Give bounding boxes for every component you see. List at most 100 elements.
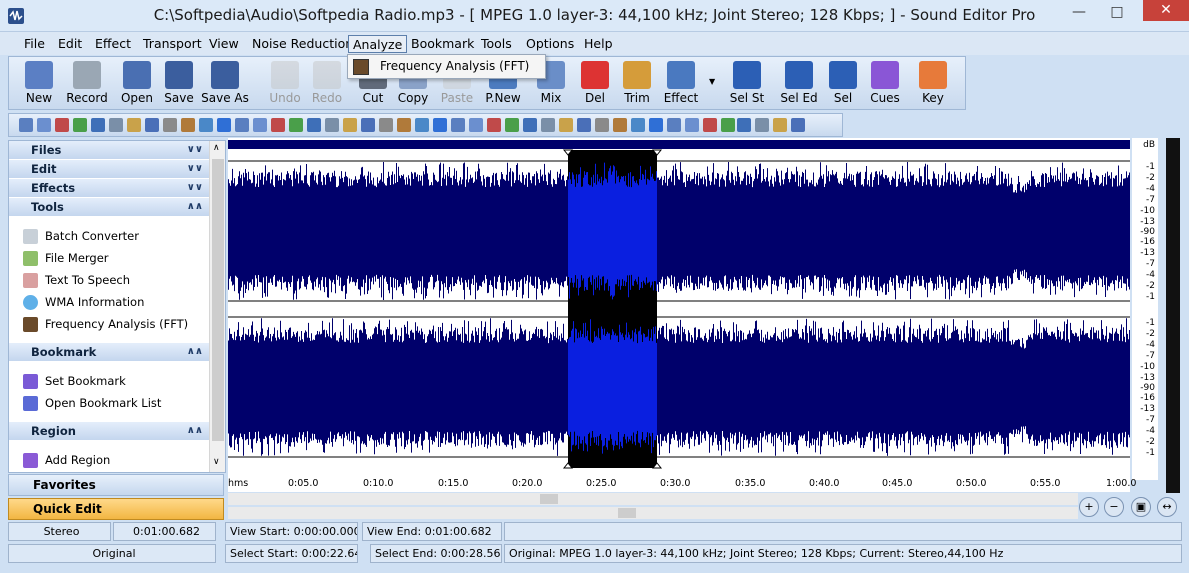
key-button[interactable]: Key [909, 59, 957, 109]
sidebar-scrollbar[interactable]: ∧ ∨ [209, 141, 225, 472]
section-files[interactable]: Files ∨∨ [9, 141, 209, 159]
quick-edit-button[interactable]: Quick Edit [8, 498, 224, 520]
secondary-tool-icon[interactable] [559, 118, 573, 132]
secondary-tool-icon[interactable] [181, 118, 195, 132]
zoom-full-icon[interactable]: ↔ [1157, 497, 1177, 517]
secondary-tool-icon[interactable] [721, 118, 735, 132]
time-ruler[interactable]: hms 0:05.0 0:10.0 0:15.0 0:20.0 0:25.0 0:30.0 0… [228, 478, 1136, 492]
secondary-tool-icon[interactable] [91, 118, 105, 132]
secondary-tool-icon[interactable] [343, 118, 357, 132]
minimize-icon[interactable]: — [1062, 1, 1096, 23]
menu-edit[interactable]: Edit [54, 35, 86, 53]
secondary-tool-icon[interactable] [289, 118, 303, 132]
section-bookmark[interactable]: Bookmark ∧∧ [9, 343, 209, 361]
secondary-tool-icon[interactable] [523, 118, 537, 132]
trim-button[interactable]: Trim [613, 59, 661, 109]
secondary-tool-icon[interactable] [737, 118, 751, 132]
maximize-icon[interactable]: □ [1100, 1, 1134, 23]
favorites-button[interactable]: Favorites [8, 474, 224, 496]
menu-bookmark[interactable]: Bookmark [407, 35, 478, 53]
scrollbar-thumb[interactable] [618, 508, 636, 518]
secondary-tool-icon[interactable] [631, 118, 645, 132]
sel-st-button[interactable]: Sel St [723, 59, 771, 109]
secondary-tool-icon[interactable] [163, 118, 177, 132]
sidebar-item-batch-converter[interactable]: Batch Converter [23, 226, 139, 246]
record-button[interactable]: Record [63, 59, 111, 109]
secondary-tool-icon[interactable] [487, 118, 501, 132]
secondary-tool-icon[interactable] [451, 118, 465, 132]
waveform-editor[interactable] [228, 138, 1130, 480]
menu-options[interactable]: Options [522, 35, 578, 53]
secondary-tool-icon[interactable] [73, 118, 87, 132]
sidebar-item-frequency-analysis[interactable]: Frequency Analysis (FFT) [23, 314, 188, 334]
secondary-tool-icon[interactable] [595, 118, 609, 132]
menu-help[interactable]: Help [580, 35, 617, 53]
sel-ed-button[interactable]: Sel Ed [775, 59, 823, 109]
sidebar-item-wma-information[interactable]: WMA Information [23, 292, 144, 312]
menu-item-frequency-analysis[interactable]: Frequency Analysis (FFT) [380, 59, 529, 73]
undo-button[interactable]: Undo [261, 59, 309, 109]
secondary-tool-icon[interactable] [55, 118, 69, 132]
save-as-button[interactable]: Save As [201, 59, 249, 109]
scroll-up-icon[interactable]: ∧ [213, 143, 220, 153]
scroll-down-icon[interactable]: ∨ [213, 457, 220, 467]
secondary-tool-icon[interactable] [217, 118, 231, 132]
secondary-tool-icon[interactable] [667, 118, 681, 132]
secondary-tool-icon[interactable] [19, 118, 33, 132]
scrollbar-thumb[interactable] [212, 159, 224, 441]
secondary-tool-icon[interactable] [127, 118, 141, 132]
sidebar-item-open-bookmark-list[interactable]: Open Bookmark List [23, 393, 161, 413]
secondary-tool-icon[interactable] [791, 118, 805, 132]
secondary-tool-icon[interactable] [541, 118, 555, 132]
menu-effect[interactable]: Effect [91, 35, 135, 53]
secondary-tool-icon[interactable] [649, 118, 663, 132]
secondary-tool-icon[interactable] [199, 118, 213, 132]
section-effects[interactable]: Effects ∨∨ [9, 179, 209, 197]
sidebar-item-add-region[interactable]: Add Region [23, 450, 110, 470]
secondary-tool-icon[interactable] [307, 118, 321, 132]
section-edit[interactable]: Edit ∨∨ [9, 160, 209, 178]
secondary-tool-icon[interactable] [361, 118, 375, 132]
close-icon[interactable]: ✕ [1143, 0, 1189, 21]
secondary-tool-icon[interactable] [397, 118, 411, 132]
secondary-tool-icon[interactable] [271, 118, 285, 132]
overview-bar[interactable] [228, 140, 1130, 149]
open-button[interactable]: Open [113, 59, 161, 109]
secondary-tool-icon[interactable] [37, 118, 51, 132]
secondary-tool-icon[interactable] [505, 118, 519, 132]
secondary-tool-icon[interactable] [235, 118, 249, 132]
scrollbar-thumb[interactable] [540, 494, 558, 504]
redo-button[interactable]: Redo [303, 59, 351, 109]
sidebar-item-text-to-speech[interactable]: Text To Speech [23, 270, 130, 290]
zoom-selection-icon[interactable]: ▣ [1131, 497, 1151, 517]
menu-analyze[interactable]: Analyze [348, 35, 408, 53]
secondary-tool-icon[interactable] [145, 118, 159, 132]
menu-tools[interactable]: Tools [477, 35, 516, 53]
save-button[interactable]: Save [155, 59, 203, 109]
section-tools[interactable]: Tools ∧∧ [9, 198, 209, 216]
menu-transport[interactable]: Transport [139, 35, 206, 53]
secondary-tool-icon[interactable] [379, 118, 393, 132]
sel-button[interactable]: Sel [819, 59, 867, 109]
secondary-tool-icon[interactable] [755, 118, 769, 132]
horizontal-scrollbar[interactable] [228, 493, 1078, 505]
vertical-zoom-scrollbar[interactable] [228, 507, 1078, 519]
del-button[interactable]: Del [571, 59, 619, 109]
menu-view[interactable]: View [205, 35, 243, 53]
secondary-tool-icon[interactable] [433, 118, 447, 132]
secondary-tool-icon[interactable] [415, 118, 429, 132]
effect-button[interactable]: Effect [657, 59, 705, 109]
secondary-tool-icon[interactable] [325, 118, 339, 132]
secondary-tool-icon[interactable] [253, 118, 267, 132]
secondary-tool-icon[interactable] [613, 118, 627, 132]
cues-button[interactable]: Cues [861, 59, 909, 109]
menu-noise-reduction[interactable]: Noise Reduction [248, 35, 357, 53]
waveform-canvas[interactable] [228, 138, 1130, 480]
zoom-out-icon[interactable]: − [1104, 497, 1124, 517]
sidebar-item-file-merger[interactable]: File Merger [23, 248, 109, 268]
secondary-tool-icon[interactable] [773, 118, 787, 132]
secondary-tool-icon[interactable] [469, 118, 483, 132]
secondary-tool-icon[interactable] [577, 118, 591, 132]
zoom-in-icon[interactable]: + [1079, 497, 1099, 517]
secondary-tool-icon[interactable] [109, 118, 123, 132]
